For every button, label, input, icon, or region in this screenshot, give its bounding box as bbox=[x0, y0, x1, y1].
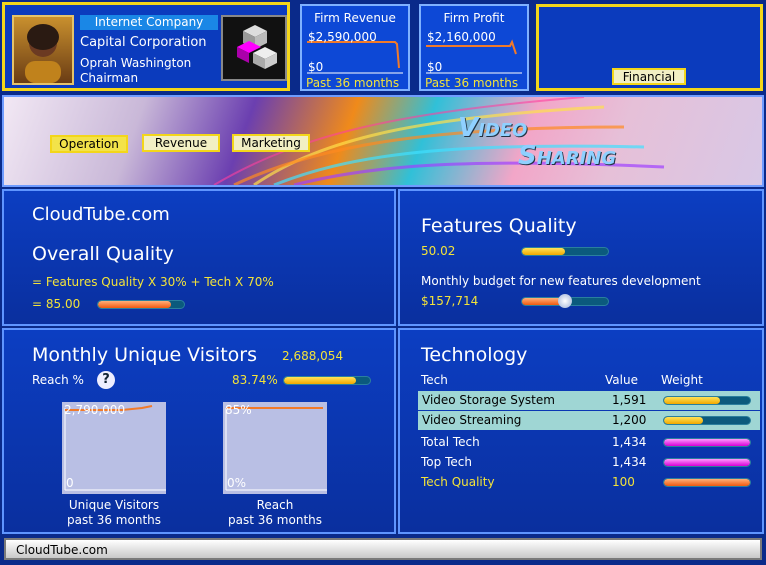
company-logo bbox=[221, 15, 287, 81]
firm-revenue-title: Firm Revenue bbox=[314, 11, 396, 25]
revenue-bottom-value: $0 bbox=[308, 60, 324, 74]
tab-marketing[interactable]: Marketing bbox=[232, 134, 310, 152]
profit-top-value: $2,160,000 bbox=[427, 30, 496, 44]
visitors-chart-top: 2,790,000 bbox=[64, 403, 126, 417]
technology-title: Technology bbox=[421, 344, 528, 366]
budget-slider-fill bbox=[522, 298, 563, 305]
site-name: CloudTube.com bbox=[32, 204, 170, 225]
overall-formula: = Features Quality X 30% + Tech X 70% bbox=[32, 275, 274, 289]
revenue-period: Past 36 months bbox=[306, 76, 400, 90]
top-tech-bar bbox=[663, 458, 751, 467]
visitors-chart-bottom: 0 bbox=[66, 476, 74, 490]
budget-slider[interactable] bbox=[521, 294, 609, 308]
chairman-title: Chairman bbox=[80, 71, 139, 85]
chairman-name: Oprah Washington bbox=[80, 56, 192, 70]
firm-profit-title: Firm Profit bbox=[443, 11, 505, 25]
overall-value: = 85.00 bbox=[32, 297, 81, 311]
tech-row-name: Video Streaming bbox=[422, 413, 522, 427]
reach-value: 83.74% bbox=[232, 373, 278, 387]
features-quality-bar bbox=[521, 247, 609, 256]
company-type-label: Internet Company bbox=[80, 15, 218, 30]
tab-revenue[interactable]: Revenue bbox=[142, 134, 220, 152]
visitors-chart[interactable]: 2,790,000 0 bbox=[62, 402, 166, 494]
budget-label: Monthly budget for new features developm… bbox=[421, 274, 701, 288]
help-icon[interactable]: ? bbox=[97, 371, 115, 389]
company-info-box: Internet Company Capital Corporation Opr… bbox=[2, 2, 290, 91]
total-tech-bar bbox=[663, 438, 751, 447]
tech-row-weight-bar bbox=[663, 396, 751, 405]
top-tech-fill bbox=[664, 459, 750, 466]
cubes-logo-icon bbox=[237, 25, 277, 69]
overall-quality-title: Overall Quality bbox=[32, 243, 174, 265]
budget-slider-handle[interactable] bbox=[558, 294, 572, 308]
features-quality-fill bbox=[522, 248, 565, 255]
banner-title-line1: Video bbox=[458, 113, 528, 143]
status-bar-text: CloudTube.com bbox=[16, 543, 108, 557]
tech-row-name: Video Storage System bbox=[422, 393, 555, 407]
tech-row-value: 1,591 bbox=[612, 393, 647, 407]
weight-column-header: Weight bbox=[661, 373, 703, 387]
visitors-panel: Monthly Unique Visitors 2,688,054 Reach … bbox=[2, 328, 396, 534]
reach-chart[interactable]: 85% 0% bbox=[223, 402, 327, 494]
tech-row-weight-fill bbox=[664, 417, 703, 424]
reach-chart-bottom: 0% bbox=[227, 476, 247, 490]
features-quality-title: Features Quality bbox=[421, 215, 577, 237]
tech-row-weight-fill bbox=[664, 397, 720, 404]
overall-quality-fill bbox=[98, 301, 172, 308]
financial-box: Financial bbox=[536, 4, 763, 91]
top-tech-label: Top Tech bbox=[421, 455, 472, 469]
tech-row[interactable]: Video Storage System 1,591 bbox=[418, 391, 760, 410]
tech-row-value: 1,200 bbox=[612, 413, 647, 427]
tech-quality-label: Tech Quality bbox=[421, 475, 495, 489]
total-tech-value: 1,434 bbox=[612, 435, 647, 449]
profit-bottom-value: $0 bbox=[427, 60, 443, 74]
status-bar: CloudTube.com bbox=[4, 538, 762, 560]
visitors-chart-caption1: Unique Visitors bbox=[68, 498, 160, 512]
tech-quality-bar bbox=[663, 478, 751, 487]
total-tech-label: Total Tech bbox=[421, 435, 480, 449]
features-quality-panel: Features Quality 50.02 Monthly budget fo… bbox=[398, 189, 764, 326]
tech-quality-fill bbox=[664, 479, 750, 486]
person-portrait-icon bbox=[25, 24, 61, 83]
overall-quality-bar bbox=[97, 300, 185, 309]
company-name: Capital Corporation bbox=[80, 35, 207, 50]
banner-title-line2: Sharing bbox=[518, 141, 617, 171]
reach-label: Reach % bbox=[32, 373, 84, 387]
financial-button[interactable]: Financial bbox=[612, 68, 686, 85]
tech-column-header: Tech bbox=[421, 373, 448, 387]
reach-fill bbox=[284, 377, 357, 384]
value-column-header: Value bbox=[605, 373, 638, 387]
visitors-count: 2,688,054 bbox=[282, 349, 344, 363]
reach-chart-caption2: past 36 months bbox=[227, 513, 323, 527]
firm-profit-box[interactable]: Firm Profit $2,160,000 $0 Past 36 months bbox=[419, 4, 529, 91]
technology-panel: Technology Tech Value Weight Video Stora… bbox=[398, 328, 764, 534]
tech-row-weight-bar bbox=[663, 416, 751, 425]
reach-chart-caption1: Reach bbox=[256, 498, 294, 512]
visitors-title: Monthly Unique Visitors bbox=[32, 344, 257, 366]
total-tech-fill bbox=[664, 439, 750, 446]
industry-banner: Operation Revenue Marketing Video Sharin… bbox=[2, 95, 764, 187]
tech-row[interactable]: Video Streaming 1,200 bbox=[418, 411, 760, 430]
budget-value: $157,714 bbox=[421, 294, 479, 308]
reach-chart-top: 85% bbox=[225, 403, 252, 417]
overall-quality-panel: CloudTube.com Overall Quality = Features… bbox=[2, 189, 396, 326]
tech-quality-value: 100 bbox=[612, 475, 635, 489]
visitors-chart-caption2: past 36 months bbox=[66, 513, 162, 527]
revenue-top-value: $2,590,000 bbox=[308, 30, 377, 44]
chairman-avatar[interactable] bbox=[12, 15, 74, 85]
top-tech-value: 1,434 bbox=[612, 455, 647, 469]
reach-bar bbox=[283, 376, 371, 385]
profit-period: Past 36 months bbox=[425, 76, 519, 90]
features-quality-value: 50.02 bbox=[421, 244, 456, 258]
tab-operation[interactable]: Operation bbox=[50, 135, 128, 153]
firm-revenue-box[interactable]: Firm Revenue $2,590,000 $0 Past 36 month… bbox=[300, 4, 410, 91]
